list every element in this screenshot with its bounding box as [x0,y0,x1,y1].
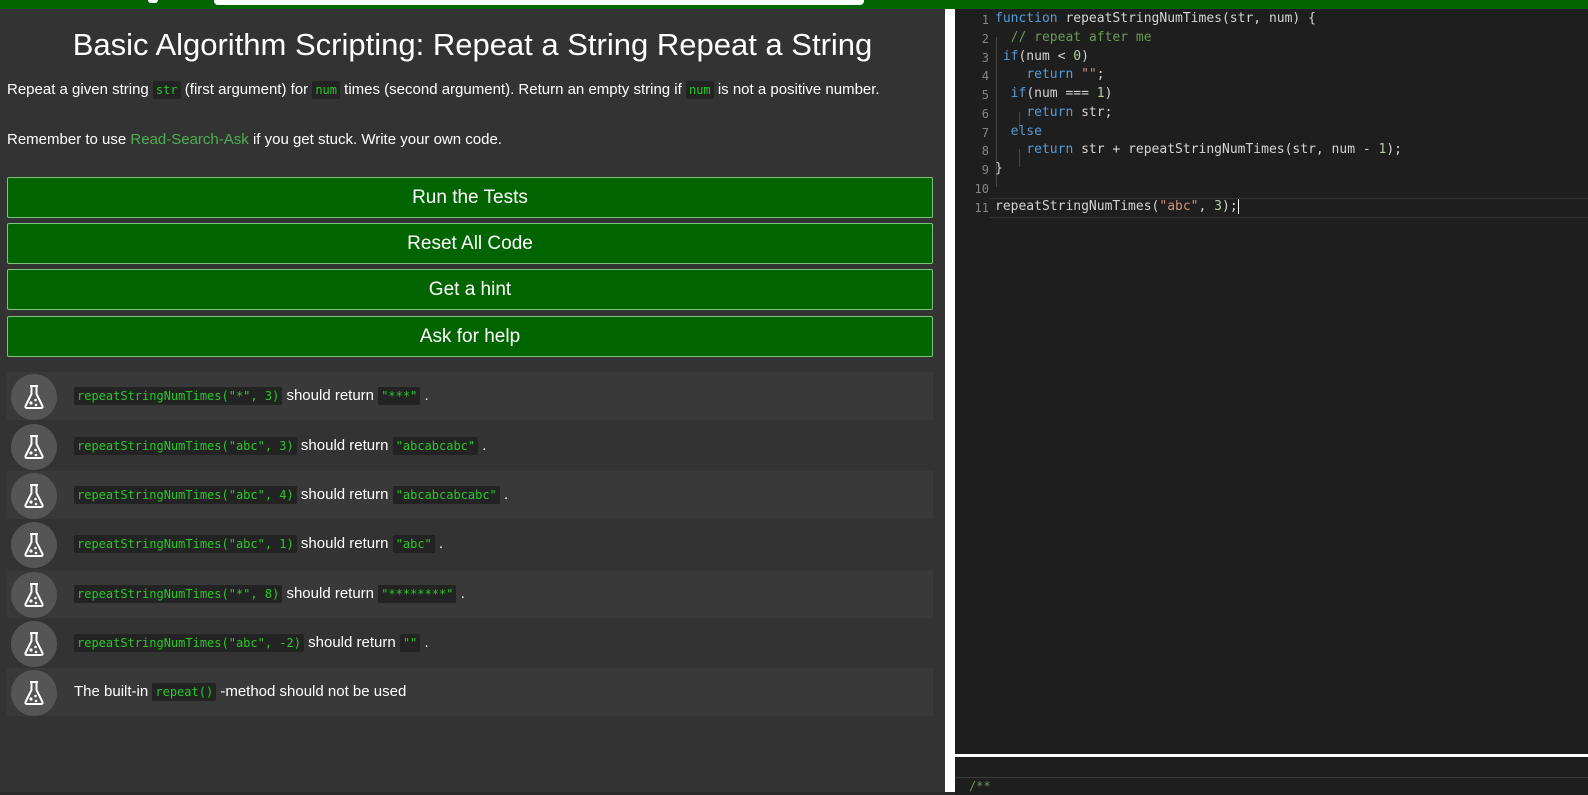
code-line: repeatStringNumTimes("abc", 3); [995,199,1239,214]
remember-text-part: if you get stuck. Write your own code. [248,131,502,148]
test-code: repeatStringNumTimes("abc", 3) [74,437,297,455]
line-number: 7 [981,126,989,140]
test-text: should return [296,535,393,552]
line-number: 3 [981,51,989,65]
panel-divider[interactable] [945,9,955,792]
console-text: /** [969,779,991,793]
test-text: . [420,387,429,404]
challenge-panel: Basic Algorithm Scripting: Repeat a Stri… [0,9,945,792]
desc-text: is not a positive number. [713,81,880,98]
code-line: return str + repeatStringNumTimes(str, n… [1026,142,1403,157]
code-editor[interactable]: 1 2 3 4 5 6 7 8 9 10 11 function repeatStringNumTi… [955,9,1588,754]
test-row: repeatStringNumTimes("abc", 1) should re… [7,520,933,568]
code-line: } [995,161,1003,176]
test-description: repeatStringNumTimes("abc", 4) should re… [74,471,508,519]
desc-code-num: num [685,81,714,99]
test-text: . [420,634,429,651]
test-code: "abc" [392,535,435,553]
test-code: repeat() [152,683,217,701]
line-number: 8 [981,144,989,158]
test-code: repeatStringNumTimes("abc", 1) [74,535,297,553]
test-text: . [499,486,509,503]
output-console[interactable]: /** [955,754,1588,795]
test-description: The built-in repeat() -method should not… [74,668,406,716]
line-number: 2 [981,32,989,46]
line-number: 1 [981,13,989,27]
read-search-ask-link[interactable]: Read-Search-Ask [130,131,248,148]
flask-icon [11,424,57,470]
test-row: The built-in repeat() -method should not… [7,668,933,716]
test-row: repeatStringNumTimes("abc", 4) should re… [7,471,933,519]
desc-code-num: num [312,81,340,99]
line-number: 6 [981,107,989,121]
test-code: "abcabcabcabc" [392,486,500,504]
test-code: "********" [378,585,457,603]
ask-help-button[interactable]: Ask for help [7,316,933,357]
test-row: repeatStringNumTimes("*", 3) should retu… [7,372,933,420]
test-code: repeatStringNumTimes("abc", -2) [74,634,304,652]
line-number: 5 [981,88,989,102]
flask-icon [11,522,57,568]
line-number: 4 [981,69,989,83]
code-line: if(num === 1) [1010,86,1113,101]
tab-nub [148,0,158,3]
test-text: -method should not be used [216,683,407,700]
remember-text-part: Remember to use [7,131,131,148]
flask-icon [11,473,57,519]
test-description: repeatStringNumTimes("abc", 3) should re… [74,422,486,470]
test-row: repeatStringNumTimes("*", 8) should retu… [7,570,933,618]
line-number: 9 [981,163,989,177]
challenge-description: Repeat a given string str (first argumen… [7,79,880,101]
page-title: Basic Algorithm Scripting: Repeat a Stri… [72,27,873,62]
line-number: 11 [974,201,989,215]
browser-top-bar [0,0,1588,9]
remember-text: Remember to use Read-Search-Ask if you g… [7,129,502,151]
test-code: repeatStringNumTimes("abc", 4) [74,486,297,504]
test-description: repeatStringNumTimes("*", 8) should retu… [74,570,465,618]
desc-text: times (second argument). Return an empty… [340,81,686,98]
test-text: should return [303,634,400,651]
desc-code-str: str [152,81,181,99]
test-text: should return [296,437,393,454]
flask-icon [11,670,57,716]
code-line: else [1010,124,1042,139]
code-line: if(num < 0) [1002,49,1089,64]
get-hint-button[interactable]: Get a hint [7,269,933,310]
code-line: return ""; [1026,67,1105,82]
test-code: repeatStringNumTimes("*", 3) [74,387,283,405]
desc-text: Repeat a given string [7,81,153,98]
flask-icon [11,621,57,667]
run-tests-button[interactable]: Run the Tests [7,177,933,218]
console-input-line [955,757,1588,778]
line-number-gutter: 1 2 3 4 5 6 7 8 9 10 11 [955,9,989,754]
test-text: should return [282,585,379,602]
code-line: // repeat after me [1010,30,1152,45]
test-text: . [456,585,465,602]
test-code: "***" [378,387,421,405]
code-line: return str; [1026,105,1113,120]
flask-icon [11,572,57,618]
test-text: . [478,437,487,454]
code-line: function repeatStringNumTimes(str, num) … [995,11,1316,26]
desc-text: (first argument) for [180,81,313,98]
test-text: . [434,535,444,552]
test-code: "abcabcabc" [392,437,479,455]
test-description: repeatStringNumTimes("abc", 1) should re… [74,520,443,568]
test-code: "" [399,634,421,652]
line-number: 10 [974,182,989,196]
test-text: The built-in [74,683,153,700]
address-bar[interactable] [214,0,864,5]
test-description: repeatStringNumTimes("abc", -2) should r… [74,619,429,667]
test-text: should return [296,486,393,503]
test-row: repeatStringNumTimes("abc", -2) should r… [7,619,933,667]
test-text: should return [282,387,379,404]
text-cursor [1237,199,1239,214]
test-description: repeatStringNumTimes("*", 3) should retu… [74,372,429,420]
test-code: repeatStringNumTimes("*", 8) [74,585,283,603]
reset-code-button[interactable]: Reset All Code [7,223,933,264]
test-row: repeatStringNumTimes("abc", 3) should re… [7,422,933,470]
flask-icon [11,374,57,420]
